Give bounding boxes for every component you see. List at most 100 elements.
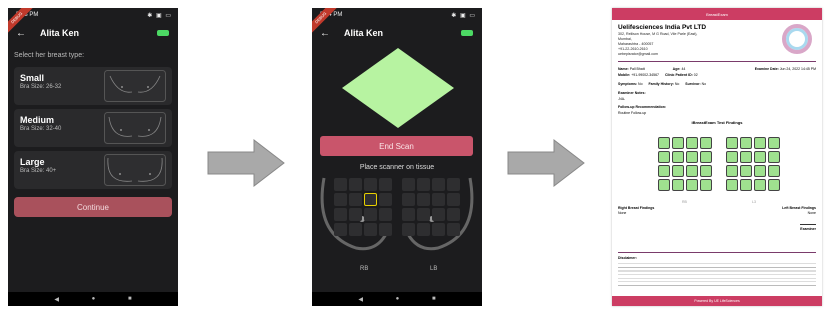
grid-cell[interactable] [417,208,430,221]
grid-cell[interactable] [432,223,445,236]
grid-cell [726,137,738,149]
grid-cell[interactable] [379,193,392,206]
patient-name: Alita Ken [40,28,80,38]
disclaimer-text [618,262,816,286]
grid-cell[interactable] [334,223,347,236]
grid-cell [726,151,738,163]
grid-cell[interactable] [349,223,362,236]
grid-cell[interactable] [379,208,392,221]
grid-cell[interactable] [334,193,347,206]
android-nav-bar: ◀ ● ■ [312,292,482,306]
right-breast-label: RB [360,266,369,272]
brand-logo-text: BreastExam [706,11,728,17]
grid-cell [754,165,766,177]
phone-screen-breast-type: DEBUG 5:53 PM ✱ ▣ ▭ ← Alita Ken Select h… [8,8,178,306]
grid-cell [754,137,766,149]
family-value: No [674,82,680,86]
end-scan-button[interactable]: End Scan [320,136,473,156]
mobile-label: Mobile: [618,73,631,77]
grid-cell[interactable] [447,178,460,191]
left-breast-grid [402,178,460,236]
size-card-medium[interactable]: Medium Bra Size: 32-40 [14,109,172,147]
nav-home-icon[interactable]: ● [396,296,400,302]
grid-cell[interactable] [402,193,415,206]
grid-cell[interactable] [432,208,445,221]
grid-cell [686,179,698,191]
nav-home-icon[interactable]: ● [92,296,96,302]
grid-cell [726,165,738,177]
placement-instruction: Place scanner on tissue [359,164,435,171]
grid-cell[interactable] [349,193,362,206]
family-label: Family History: [648,82,674,86]
exam-report: BreastExam Uelifesciences India Pvt LTD … [612,8,822,306]
examiner-signature: Examiner [800,224,816,231]
left-findings-value: None [807,211,816,215]
notes-value: -NA- [618,97,626,101]
grid-cell[interactable] [417,193,430,206]
grid-cell [700,165,712,177]
android-nav-bar: ◀ ● ■ [8,292,178,306]
grid-cell [740,165,752,177]
grid-cell[interactable] [402,208,415,221]
back-arrow-icon[interactable]: ← [320,28,330,39]
grid-cell[interactable] [349,178,362,191]
nav-back-icon[interactable]: ◀ [358,296,363,303]
breast-large-icon [104,154,166,186]
grid-cell[interactable] [432,193,445,206]
grid-cell [700,137,712,149]
symptoms-label: Symptoms: [618,82,638,86]
grid-cell[interactable] [349,208,362,221]
flow-arrow-icon [507,138,585,188]
age-label: Age: [672,67,681,71]
exam-date-value: Jun 24, 2022 14:45 PM [779,67,816,71]
app-bar: ← Alita Ken [8,22,178,44]
grid-cell[interactable] [432,178,445,191]
grid-cell[interactable] [379,178,392,191]
grid-cell[interactable] [447,208,460,221]
right-breast-grid [334,178,392,236]
grid-cell [768,179,780,191]
grid-cell[interactable] [417,223,430,236]
name-label: Name: [618,67,629,71]
report-header: BreastExam [612,8,822,20]
back-arrow-icon[interactable]: ← [16,28,26,39]
grid-cell [672,151,684,163]
app-bar: ← Alita Ken [312,22,482,44]
grid-cell [658,165,670,177]
report-right-grid [658,137,712,191]
grid-cell[interactable] [364,208,377,221]
grid-cell[interactable] [334,178,347,191]
grid-cell [726,179,738,191]
grid-cell [658,179,670,191]
continue-button[interactable]: Continue [14,197,172,217]
grid-cell[interactable] [379,223,392,236]
battery-icon [157,30,169,36]
phone-screen-scan: DEBUG 5:54 PM ✱ ▣ ▭ ← Alita Ken End Scan… [312,8,482,306]
nav-back-icon[interactable]: ◀ [54,296,59,303]
sensor-pressure-indicator [342,48,454,128]
nav-recents-icon[interactable]: ■ [128,296,132,302]
grid-cell[interactable] [447,193,460,206]
grid-cell[interactable] [402,223,415,236]
grid-cell[interactable] [364,223,377,236]
size-card-large[interactable]: Large Bra Size: 40+ [14,151,172,189]
grid-cell[interactable] [402,178,415,191]
grid-cell-selected[interactable] [364,193,377,206]
patient-row: Mobile: +91-99002-34567 Clinic Patient I… [612,72,822,78]
size-card-small[interactable]: Small Bra Size: 26-32 [14,67,172,105]
grid-cell [768,151,780,163]
grid-cell [672,137,684,149]
findings-title: iBreastExam Test Findings [691,120,743,125]
grid-cell[interactable] [417,178,430,191]
grid-cell[interactable] [364,178,377,191]
nav-recents-icon[interactable]: ■ [432,296,436,302]
flow-arrow-icon [207,138,285,188]
breast-medium-icon [104,112,166,144]
grid-cell[interactable] [447,223,460,236]
followup-value: Routine Follow-up [618,111,647,115]
company-logo [782,24,812,54]
grid-cell[interactable] [334,208,347,221]
survivor-label: Survivor: [685,82,701,86]
grid-cell [700,179,712,191]
right-findings-label: Right Breast Findings [618,206,655,210]
